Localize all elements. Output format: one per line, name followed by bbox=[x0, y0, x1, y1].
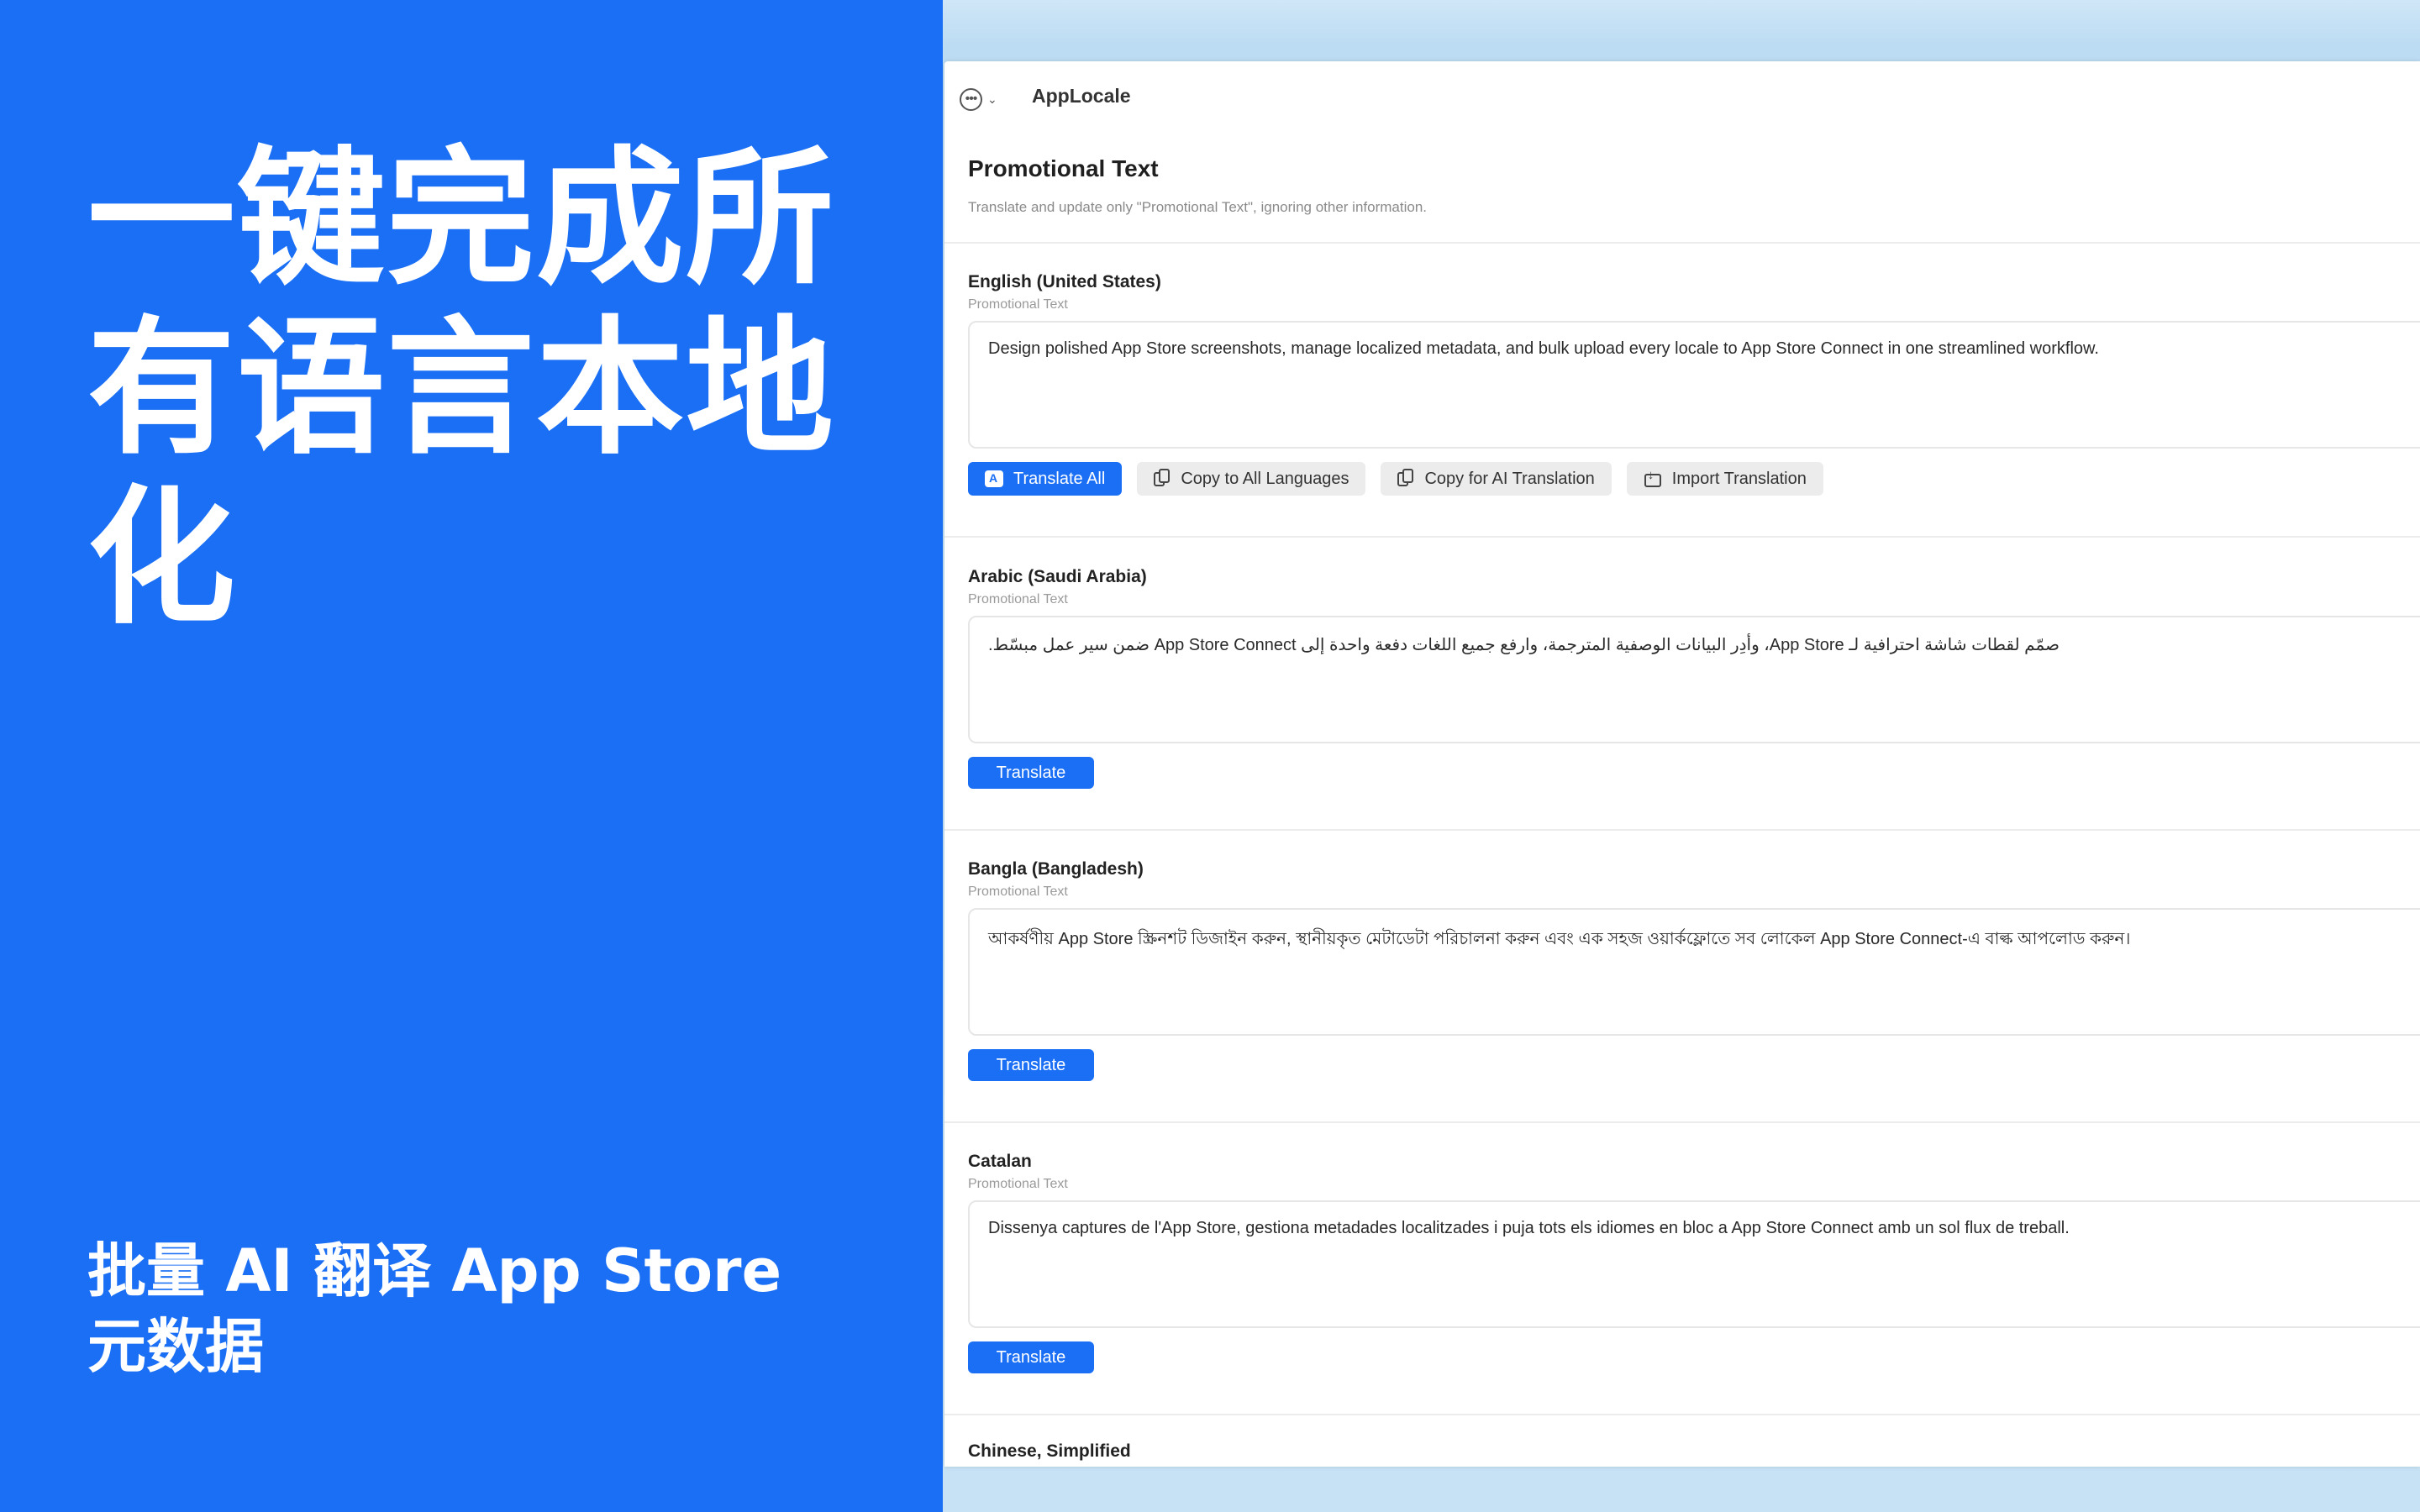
translate-all-button[interactable]: Translate All bbox=[968, 462, 1123, 496]
import-label: Import Translation bbox=[1671, 469, 1807, 488]
copy-to-all-languages-button[interactable]: Copy to All Languages bbox=[1137, 462, 1366, 496]
locale-name: Catalan bbox=[968, 1152, 1032, 1171]
action-buttons: Translate All Copy to All Languages Copy… bbox=[968, 462, 1823, 496]
divider bbox=[944, 536, 2420, 538]
chevron-down-icon: ⌄ bbox=[987, 92, 997, 106]
promo-headline: 一键完成所有语言本地化 bbox=[87, 133, 836, 644]
field-label: Promotional Text bbox=[968, 885, 1068, 899]
promo-panel: 一键完成所有语言本地化 批量 AI 翻译 App Store 元数据 bbox=[0, 0, 943, 1512]
copy-ai-label: Copy for AI Translation bbox=[1424, 469, 1595, 488]
locale-name: English (United States) bbox=[968, 272, 1161, 291]
field-label: Promotional Text bbox=[968, 1177, 1068, 1191]
promotional-text-field[interactable]: صمّم لقطات شاشة احترافية لـ App Store، و… bbox=[968, 616, 2420, 743]
import-icon bbox=[1644, 468, 1662, 488]
promotional-text-field[interactable]: Dissenya captures de l'App Store, gestio… bbox=[968, 1200, 2420, 1328]
section-header: Promotional Text Translate and update on… bbox=[968, 155, 1427, 216]
translate-button[interactable]: Translate bbox=[968, 1341, 1094, 1373]
promotional-text-field[interactable]: Design polished App Store screenshots, m… bbox=[968, 321, 2420, 449]
copy-icon bbox=[1397, 469, 1414, 489]
copy-for-ai-translation-button[interactable]: Copy for AI Translation bbox=[1381, 462, 1612, 496]
translate-icon bbox=[985, 470, 1003, 487]
promotional-text-field[interactable]: আকর্ষণীয় App Store স্ক্রিনশট ডিজাইন করু… bbox=[968, 908, 2420, 1036]
field-label: Promotional Text bbox=[968, 297, 1068, 312]
more-menu-button[interactable]: ••• ⌄ bbox=[960, 83, 1007, 115]
copy-icon bbox=[1154, 469, 1171, 489]
copy-all-label: Copy to All Languages bbox=[1181, 469, 1349, 488]
app-window: ••• ⌄ AppLocale Promotional Text Transla… bbox=[944, 61, 2420, 1467]
translate-button[interactable]: Translate bbox=[968, 757, 1094, 789]
titlebar: ••• ⌄ AppLocale bbox=[944, 61, 2420, 135]
translate-all-label: Translate All bbox=[1013, 469, 1106, 488]
promo-subline: 批量 AI 翻译 App Store 元数据 bbox=[87, 1236, 782, 1381]
locale-name: Arabic (Saudi Arabia) bbox=[968, 567, 1147, 586]
divider bbox=[944, 829, 2420, 831]
locale-name: Bangla (Bangladesh) bbox=[968, 859, 1144, 879]
translate-button[interactable]: Translate bbox=[968, 1049, 1094, 1081]
divider bbox=[944, 1121, 2420, 1123]
divider bbox=[944, 242, 2420, 244]
section-description: Translate and update only "Promotional T… bbox=[968, 199, 1427, 215]
divider bbox=[944, 1414, 2420, 1415]
ellipsis-circle-icon: ••• bbox=[960, 87, 982, 111]
app-title: AppLocale bbox=[1032, 85, 1131, 107]
section-title: Promotional Text bbox=[968, 155, 1159, 181]
field-label: Promotional Text bbox=[968, 592, 1068, 606]
locale-name: Chinese, Simplified bbox=[968, 1441, 1131, 1461]
import-translation-button[interactable]: Import Translation bbox=[1626, 462, 1823, 496]
